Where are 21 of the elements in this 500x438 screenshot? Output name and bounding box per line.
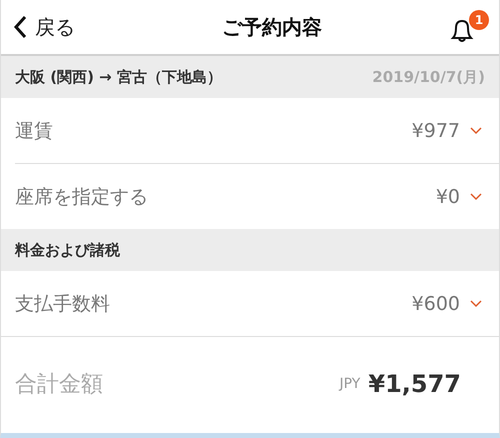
row-amount: ¥600	[412, 292, 460, 314]
section-title: 料金および諸税	[15, 240, 120, 260]
row-amount: ¥0	[436, 186, 460, 208]
total-label: 合計金額	[15, 370, 104, 398]
notification-badge: 1	[469, 10, 489, 30]
row-label: 座席を指定する	[15, 184, 149, 210]
total-amount: ¥1,577	[368, 370, 461, 398]
row-label: 運賃	[15, 118, 54, 144]
chevron-down-icon	[470, 126, 482, 134]
back-chevron-icon	[13, 15, 27, 39]
fare-row[interactable]: 座席を指定する ¥0	[15, 164, 499, 229]
page-title: ご予約内容	[222, 14, 322, 40]
row-label: 支払手数料	[15, 292, 111, 316]
back-button[interactable]: 戻る	[13, 14, 75, 40]
chevron-down-icon	[470, 300, 482, 308]
date-text: 2019/10/7(月)	[372, 68, 485, 86]
row-amount: ¥977	[412, 120, 460, 142]
fare-row[interactable]: 支払手数料 ¥600	[15, 271, 499, 336]
chevron-down-icon	[470, 192, 482, 200]
section-title: 大阪 (関西) → 宮古（下地島）	[15, 68, 222, 86]
currency-label: JPY	[340, 376, 360, 392]
